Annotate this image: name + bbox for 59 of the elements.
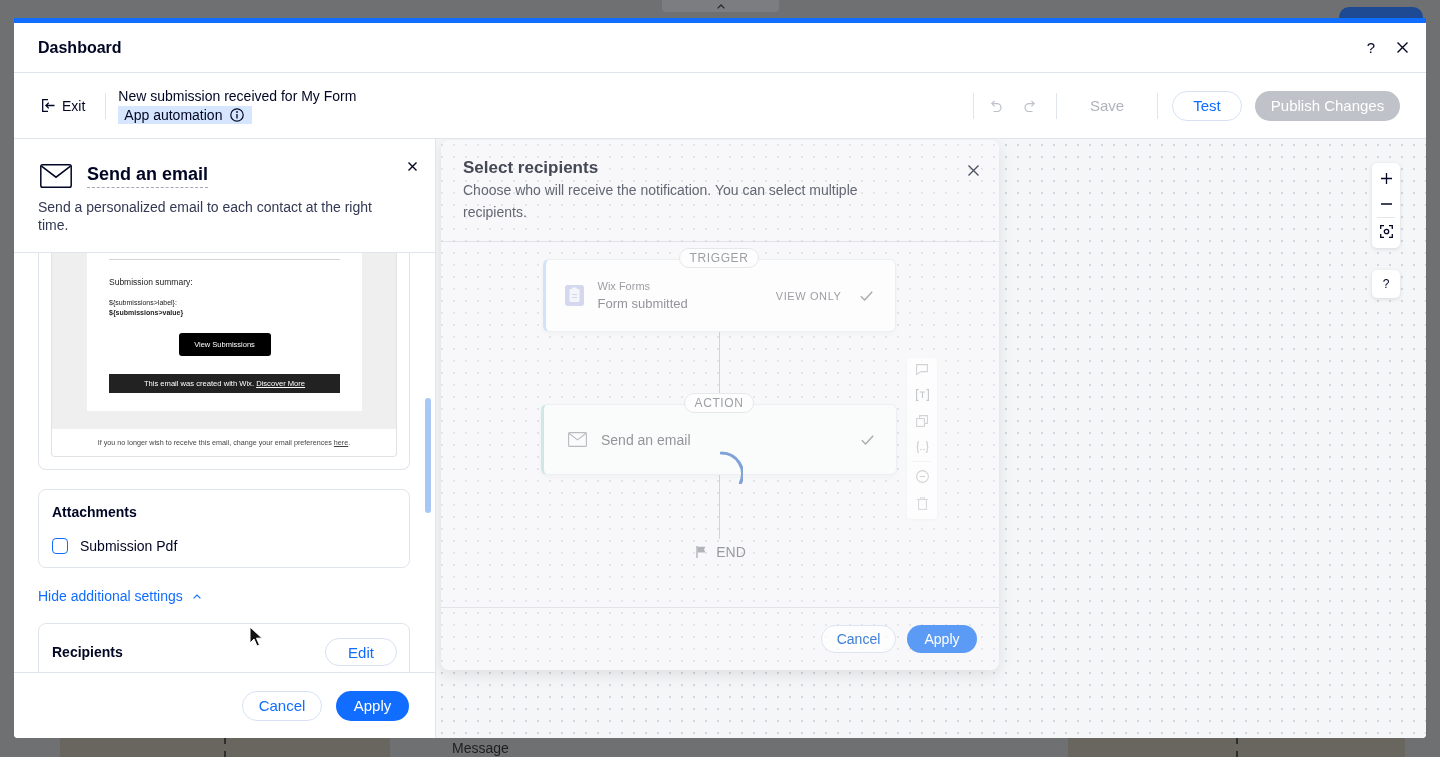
dialog-title: Select recipients — [463, 157, 599, 179]
edit-button[interactable]: Edit — [325, 638, 397, 666]
test-button[interactable]: Test — [1172, 90, 1242, 121]
redo-icon — [1024, 99, 1037, 112]
note-icon[interactable] — [916, 364, 928, 375]
trash-icon[interactable] — [916, 497, 928, 510]
focus-icon — [1379, 224, 1393, 238]
tag-label: App automation — [124, 106, 223, 124]
exit-button[interactable]: Exit — [42, 97, 86, 114]
cancel-button[interactable]: Cancel — [242, 690, 322, 721]
undo-icon — [989, 99, 1002, 112]
trigger-title: Form submitted — [597, 295, 688, 312]
automation-title: New submission received for My Form — [118, 87, 357, 105]
dialog-description: Choose who will receive the notification. You can select multiple recipients. — [463, 181, 859, 222]
action-title[interactable]: Send an email — [87, 163, 209, 188]
close-icon — [1397, 42, 1408, 53]
close-button[interactable] — [408, 162, 417, 171]
view-only-label: VIEW ONLY — [775, 289, 842, 302]
mouse-pointer-icon — [249, 626, 263, 647]
help-button[interactable]: ? — [1372, 270, 1400, 298]
close-icon — [408, 162, 417, 171]
collapse-tab[interactable] — [662, 0, 779, 12]
envelope-icon — [568, 432, 587, 447]
field-label: Message — [452, 740, 509, 756]
info-icon[interactable] — [230, 108, 245, 122]
checkbox-label[interactable]: Submission Pdf — [80, 537, 178, 555]
copy-icon[interactable] — [916, 415, 928, 427]
help-button[interactable]: ? — [1366, 38, 1375, 57]
minus-circle-icon[interactable] — [915, 470, 929, 483]
clipboard-icon — [564, 285, 584, 306]
connector-line — [718, 475, 720, 539]
step-tag: ACTION — [683, 393, 755, 413]
apply-button[interactable]: Apply — [907, 625, 977, 653]
section-title: Attachments — [52, 503, 137, 521]
flag-icon — [696, 546, 707, 558]
exit-icon — [42, 99, 55, 112]
action-title: Send an email — [601, 431, 691, 448]
editor-button[interactable] — [1339, 7, 1423, 18]
section-title: Recipients — [52, 643, 123, 661]
envelope-icon — [40, 163, 72, 188]
app-name: Wix Forms — [597, 279, 652, 293]
hide-settings-link[interactable]: Hide additional settings — [38, 587, 201, 605]
caret-icon — [716, 3, 725, 9]
checkbox[interactable] — [52, 538, 68, 554]
end-label: END — [716, 544, 746, 560]
code-braces-icon[interactable] — [915, 441, 929, 453]
apply-button[interactable]: Apply — [336, 690, 409, 721]
scrollbar-thumb[interactable] — [425, 398, 431, 513]
close-icon — [968, 165, 979, 176]
step-tag: TRIGGER — [678, 248, 760, 268]
action-description: Send a personalized email to each contact at the right time. — [38, 198, 373, 234]
cancel-button[interactable]: Cancel — [821, 625, 896, 653]
window-title: Dashboard — [38, 38, 122, 57]
summary-heading: Submission summary: — [109, 276, 193, 288]
text-variable-icon[interactable] — [915, 389, 929, 401]
minus-icon — [1380, 203, 1392, 205]
plus-icon — [1380, 172, 1392, 184]
close-button[interactable] — [1397, 42, 1408, 53]
close-button[interactable] — [968, 165, 979, 176]
